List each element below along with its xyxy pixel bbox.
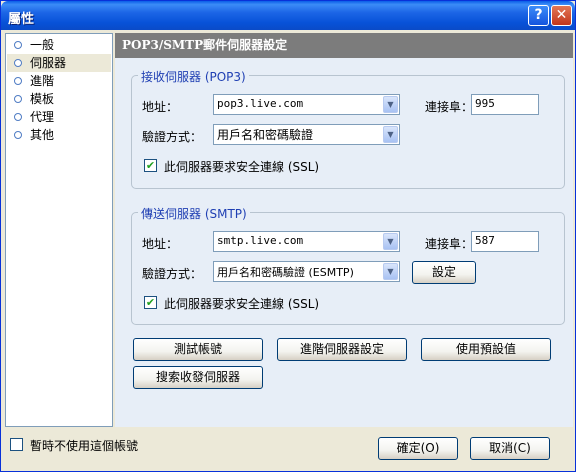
nav-item-label: 代理 (30, 110, 55, 124)
nav-item-label: 其他 (30, 128, 55, 142)
bullet-icon (14, 113, 22, 121)
smtp-address-combo[interactable]: smtp.live.com ▼ (213, 231, 400, 252)
ssl-label: 此伺服器要求安全連線 (SSL) (164, 297, 320, 311)
address-label: 地址： (142, 237, 179, 251)
combo-value: smtp.live.com (217, 234, 304, 247)
pop3-port-input[interactable]: 995 (471, 94, 539, 115)
chevron-down-icon[interactable]: ▼ (383, 233, 398, 250)
port-label: 連接阜： (425, 237, 474, 251)
nav-item-label: 一般 (30, 38, 55, 52)
combo-value: pop3.live.com (217, 97, 304, 110)
smtp-auth-combo[interactable]: 用戶名和密碼驗證 (ESMTP) ▼ (213, 261, 400, 282)
pop3-address-combo[interactable]: pop3.live.com ▼ (213, 94, 400, 115)
close-button[interactable]: ✕ (551, 5, 572, 26)
smtp-settings-button[interactable]: 設定 (412, 261, 476, 284)
bullet-icon (14, 131, 22, 139)
cancel-button[interactable]: 取消(C) (470, 437, 550, 460)
group-legend: 接收伺服器 (POP3) (138, 68, 249, 85)
auth-label: 驗證方式： (142, 130, 203, 144)
properties-dialog: 屬性 ? ✕ 一般 伺服器 進階 模板 代理 其他 POP3/SMTP郵件伺服器… (0, 0, 576, 472)
ok-button[interactable]: 確定(O) (378, 437, 458, 460)
bullet-icon (14, 77, 22, 85)
bullet-icon (14, 41, 22, 49)
combo-value: 用戶名和密碼驗證 (ESMTP) (217, 266, 354, 279)
bullet-icon (14, 95, 22, 103)
nav-item-other[interactable]: 其他 (7, 126, 111, 144)
port-label: 連接阜： (425, 100, 474, 114)
advanced-server-settings-button[interactable]: 進階伺服器設定 (277, 338, 407, 361)
nav-item-label: 進階 (30, 74, 55, 88)
nav-item-proxy[interactable]: 代理 (7, 108, 111, 126)
pop3-ssl-checkbox[interactable]: ✔ (144, 159, 157, 172)
nav-item-label: 模板 (30, 92, 55, 106)
use-defaults-button[interactable]: 使用預設值 (421, 338, 551, 361)
address-label: 地址： (142, 100, 179, 114)
smtp-port-input[interactable]: 587 (471, 231, 539, 252)
title-bar[interactable]: 屬性 ? ✕ (1, 1, 575, 30)
panel-title: POP3/SMTP郵件伺服器設定 (115, 33, 573, 58)
nav-item-general[interactable]: 一般 (7, 36, 111, 54)
chevron-down-icon[interactable]: ▼ (383, 126, 398, 143)
ssl-label: 此伺服器要求安全連線 (SSL) (164, 160, 320, 174)
nav-item-advanced[interactable]: 進階 (7, 72, 111, 90)
disable-account-label: 暫時不使用這個帳號 (30, 439, 139, 453)
chevron-down-icon[interactable]: ▼ (383, 96, 398, 113)
bullet-icon (14, 59, 22, 67)
pop3-auth-combo[interactable]: 用戶名和密碼驗證 ▼ (213, 124, 400, 145)
auth-label: 驗證方式： (142, 267, 203, 281)
nav-item-label: 伺服器 (30, 56, 67, 70)
nav-item-template[interactable]: 模板 (7, 90, 111, 108)
group-legend: 傳送伺服器 (SMTP) (138, 205, 250, 222)
smtp-ssl-checkbox[interactable]: ✔ (144, 296, 157, 309)
disable-account-checkbox[interactable] (10, 438, 23, 451)
nav-item-server[interactable]: 伺服器 (7, 54, 111, 72)
category-list: 一般 伺服器 進階 模板 代理 其他 (5, 33, 113, 427)
help-button[interactable]: ? (528, 5, 549, 26)
chevron-down-icon[interactable]: ▼ (383, 263, 398, 280)
combo-value: 用戶名和密碼驗證 (217, 128, 314, 142)
test-account-button[interactable]: 測試帳號 (133, 338, 263, 361)
incoming-server-group: 接收伺服器 (POP3) 地址： pop3.live.com ▼ 連接阜： 99… (131, 68, 565, 189)
outgoing-server-group: 傳送伺服器 (SMTP) 地址： smtp.live.com ▼ 連接阜： 58… (131, 205, 565, 325)
window-title: 屬性 (8, 12, 35, 27)
server-settings-panel: POP3/SMTP郵件伺服器設定 接收伺服器 (POP3) 地址： pop3.l… (115, 33, 573, 427)
search-server-button[interactable]: 搜索收發伺服器 (133, 366, 263, 389)
